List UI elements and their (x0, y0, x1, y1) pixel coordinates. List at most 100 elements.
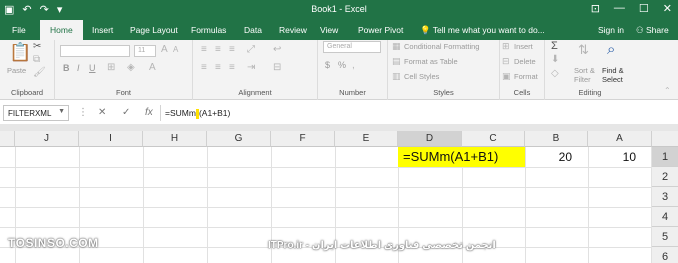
paste-label[interactable]: Paste (7, 66, 26, 75)
row-header-3[interactable]: 3 (652, 187, 678, 207)
close-icon[interactable]: ✕ (663, 2, 672, 15)
align-bottom-icon[interactable]: ≡ (229, 44, 235, 55)
chevron-down-icon[interactable]: ▼ (58, 108, 65, 115)
merge-center-icon[interactable]: ⊟ (273, 62, 281, 73)
column-header-c[interactable]: C (462, 131, 525, 147)
increase-font-icon[interactable]: A (161, 44, 168, 55)
fill-icon[interactable]: ⬇ (551, 54, 559, 65)
select-label[interactable]: Select (602, 75, 623, 84)
row-header-1[interactable]: 1 (652, 147, 678, 167)
orientation-icon[interactable]: ⤢ (247, 44, 255, 55)
number-format-box[interactable]: General (323, 41, 381, 53)
tab-file[interactable]: File (12, 25, 26, 35)
tab-power-pivot[interactable]: Power Pivot (358, 25, 403, 35)
name-box-value: FILTERXML (8, 109, 52, 118)
column-header-a[interactable]: A (588, 131, 652, 147)
find-label[interactable]: Find & (602, 66, 624, 75)
format-cells-button[interactable]: Format (514, 72, 538, 81)
delete-cells-button[interactable]: Delete (514, 57, 536, 66)
tab-formulas[interactable]: Formulas (191, 25, 226, 35)
row-header-5[interactable]: 5 (652, 227, 678, 247)
tab-insert[interactable]: Insert (92, 25, 113, 35)
name-box[interactable]: FILTERXML ▼ (3, 105, 69, 121)
column-header-b[interactable]: B (525, 131, 588, 147)
select-all-corner[interactable] (652, 131, 678, 147)
font-group-label: Font (115, 88, 131, 97)
align-middle-icon[interactable]: ≡ (215, 44, 221, 55)
format-as-table-button[interactable]: Format as Table (404, 57, 458, 66)
italic-button[interactable]: I (77, 63, 80, 73)
insert-cells-icon: ⊞ (502, 41, 510, 51)
sort-filter-icon: ⇅ (578, 42, 589, 57)
align-left-icon[interactable]: ≡ (201, 62, 207, 73)
align-center-icon[interactable]: ≡ (215, 62, 221, 73)
sort-label[interactable]: Sort & (574, 66, 595, 75)
column-header-h[interactable]: H (143, 131, 207, 147)
cancel-icon[interactable]: ✕ (98, 107, 106, 118)
column-header-j[interactable]: J (15, 131, 79, 147)
underline-button[interactable]: U (89, 63, 96, 73)
tab-review[interactable]: Review (279, 25, 307, 35)
sign-in-link[interactable]: Sign in (598, 25, 624, 35)
watermark-left: TOSINSO.COM (8, 236, 99, 250)
row-header-4[interactable]: 4 (652, 207, 678, 227)
column-header-e[interactable]: E (335, 131, 398, 147)
cell-styles-button[interactable]: Cell Styles (404, 72, 439, 81)
gridline (207, 147, 208, 263)
bold-button[interactable]: B (63, 63, 70, 73)
fill-color-icon[interactable]: ◈ (127, 62, 135, 73)
formula-input[interactable]: =SUMm (A1+B1) (160, 105, 670, 121)
autosum-icon[interactable]: Σ (551, 40, 558, 52)
formula-text-start: =SUMm (165, 108, 196, 118)
font-color-icon[interactable]: A (149, 62, 156, 73)
column-header-f[interactable]: F (271, 131, 335, 147)
cell-b1[interactable]: 20 (525, 147, 588, 167)
indent-icon[interactable]: ⇥ (247, 62, 255, 73)
wrap-text-icon[interactable]: ↩ (273, 44, 281, 55)
conditional-formatting-button[interactable]: Conditional Formatting (404, 42, 479, 51)
currency-button[interactable]: $ (325, 60, 330, 70)
format-painter-icon[interactable]: 🖌 (33, 67, 46, 78)
row-header-6[interactable]: 6 (652, 247, 678, 263)
tab-page-layout[interactable]: Page Layout (130, 25, 178, 35)
borders-icon[interactable]: ⊞ (107, 62, 115, 73)
collapse-ribbon-icon[interactable]: ⌃ (664, 86, 671, 95)
cell-d1[interactable]: =SUMm(A1+B1) (398, 147, 525, 167)
copy-icon[interactable]: ⧉ (33, 54, 40, 65)
clipboard-group-label: Clipboard (10, 88, 44, 97)
column-header-i[interactable]: I (79, 131, 143, 147)
column-header-d[interactable]: D (398, 131, 462, 147)
excel-window: ▣ ↶ ↷ ▾ Book1 - Excel ⊡ — ☐ ✕ File Home … (0, 0, 678, 263)
cut-icon[interactable]: ✂ (33, 41, 41, 52)
column-header-hidden (0, 131, 15, 147)
tell-me-box[interactable]: 💡 Tell me what you want to do... (420, 25, 545, 36)
lightbulb-icon: 💡 (420, 25, 433, 35)
format-as-table-icon: ▤ (392, 56, 401, 66)
font-size-box[interactable]: 11 (134, 45, 156, 57)
insert-cells-button[interactable]: Insert (514, 42, 533, 51)
clear-icon[interactable]: ◇ (551, 68, 559, 79)
paste-icon[interactable]: 📋 (9, 42, 31, 63)
minimize-icon[interactable]: — (614, 2, 625, 15)
decrease-font-icon[interactable]: A (173, 45, 178, 54)
window-controls: ⊡ — ☐ ✕ (591, 2, 672, 15)
gridline (143, 147, 144, 263)
row-header-2[interactable]: 2 (652, 167, 678, 187)
comma-style-icon[interactable]: , (352, 60, 355, 71)
font-name-box[interactable] (60, 45, 130, 57)
column-header-g[interactable]: G (207, 131, 271, 147)
maximize-icon[interactable]: ☐ (639, 2, 649, 15)
enter-icon[interactable]: ✓ (122, 107, 130, 118)
filter-label[interactable]: Filter (574, 75, 591, 84)
cell-a1[interactable]: 10 (588, 147, 652, 167)
align-top-icon[interactable]: ≡ (201, 44, 207, 55)
restore-ribbon-icon[interactable]: ⊡ (591, 2, 600, 15)
percent-button[interactable]: % (338, 60, 346, 70)
gridline (0, 167, 652, 168)
tab-home[interactable]: Home (40, 20, 83, 40)
tab-data[interactable]: Data (244, 25, 262, 35)
align-right-icon[interactable]: ≡ (229, 62, 235, 73)
tab-view[interactable]: View (320, 25, 338, 35)
insert-function-icon[interactable]: fx (145, 107, 153, 118)
share-button[interactable]: ⚇ Share (636, 25, 669, 36)
